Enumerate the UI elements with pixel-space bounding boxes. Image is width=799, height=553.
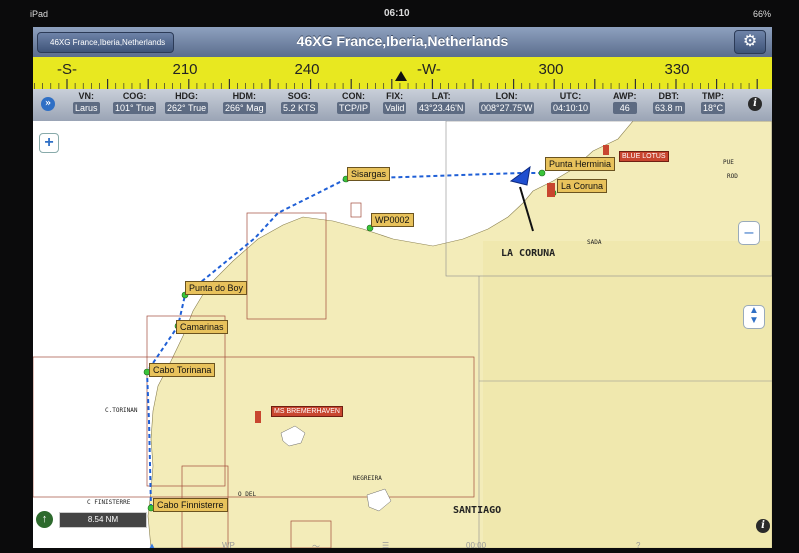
instrument-bar: » VN: Larus COG: 101° True HDG: 262° True H… [33,89,772,122]
compass-label-300: 300 [538,61,564,78]
map-label-santiago: SANTIAGO [453,505,502,516]
vessel-label-blue-lotus[interactable]: BLUE LOTUS [619,151,669,162]
up-down-arrows-icon: ▲ ▼ [749,305,759,326]
data-sog: SOG: 5.2 KTS [281,91,318,114]
data-awp: AWP: 46 [613,91,637,114]
map-label-c-finisterre: C FINISTERRE [87,499,131,506]
map-label-sada: SADA [587,239,602,246]
compass-label-w: -W- [417,61,441,78]
map-info-button[interactable]: i [756,519,770,533]
clock: 06:10 [384,8,410,19]
map-label-c-torinan: C.TORINAN [105,407,138,414]
map-label-o-del: O DEL [238,491,257,498]
scale-indicator: 8.54 NM [59,512,147,528]
compass-label-s: -S- [57,61,77,78]
info-icon: i [761,520,765,531]
map-label-negreira: NEGREIRA [353,475,382,482]
waypoint-label-punta-herminia[interactable]: Punta Herminia [545,157,616,171]
waypoint-label-punta-do-boy[interactable]: Punta do Boy [185,281,248,295]
page-title: 46XG France,Iberia,Netherlands [296,33,509,49]
waypoint-label-wp0002[interactable]: WP0002 [371,213,414,227]
compass-label-330: 330 [664,61,690,78]
list-tool-icon[interactable]: ☰ [382,541,389,550]
heading-marker-icon [395,71,407,81]
waypoint-label-cabo-finnisterre[interactable]: Cabo Finnisterre [153,498,228,512]
map-graphics [33,121,772,548]
device-label: iPad [30,9,49,19]
data-fix: FIX: Valid [383,91,407,114]
battery-level: 66% [752,9,771,19]
waypoint-label-sisargas[interactable]: Sisargas [347,167,391,181]
info-icon: i [753,98,757,109]
plus-icon: + [44,134,54,151]
timer-tool[interactable]: 00:00 [466,541,486,550]
waypoint-label-la-coruna[interactable]: La Coruna [557,179,608,193]
toggle-panel-button[interactable]: » [41,97,55,111]
app-screen: 46XG France,Iberia,Netherlands 46XG Fran… [33,27,772,548]
track-tool-icon[interactable]: 〜 [312,541,320,552]
data-lat: LAT: 43°23.46'N [417,91,466,114]
data-hdm: HDM: 266° Mag [223,91,266,114]
help-tool-icon[interactable]: ? [636,541,640,550]
data-con: CON: TCP/IP [337,91,371,114]
arrow-up-icon: ↑ [41,513,48,525]
waypoint-label-camarinas[interactable]: Camarinas [176,320,228,334]
waypoint-label-cabo-torinana[interactable]: Cabo Torinana [149,363,216,377]
data-utc: UTC: 04:10:10 [551,91,591,114]
data-lon: LON: 008°27.75'W [479,91,535,114]
vessel-label-ms-bremerhaven[interactable]: MS BREMERHAVEN [271,406,343,417]
inland-area [483,241,772,548]
chart-map[interactable]: Sisargas WP0002 Punta Herminia La Coruna… [33,121,772,548]
route-tool-icon[interactable]: ▲ [148,541,156,550]
minus-icon: – [744,224,754,241]
compass-ticks [34,71,758,89]
zoom-out-button[interactable]: – [738,221,760,245]
info-button[interactable]: i [748,97,762,111]
data-hdg: HDG: 262° True [165,91,209,114]
bottom-toolbar: ▲ WP 〜 ☰ 00:00 ? [0,537,799,553]
data-tmp: TMP: 18°C [701,91,726,114]
data-dbt: DBT: 63.8 m [653,91,685,114]
compass-bar: -S- 210 240 -W- 300 330 [33,57,772,90]
title-bar: 46XG France,Iberia,Netherlands 46XG Fran… [33,27,772,58]
compass-label-240: 240 [294,61,320,78]
map-label-rodeiros: ROD [727,173,738,180]
data-vn: VN: Larus [73,91,100,114]
status-bar: iPad 06:10 66% [0,0,799,26]
scroll-toggle-button[interactable]: ▲ ▼ [743,305,765,329]
chevron-icon: » [44,98,52,109]
zoom-in-button[interactable]: + [39,133,59,153]
compass-label-210: 210 [172,61,198,78]
data-cog: COG: 101° True [113,91,157,114]
waypoints-tool[interactable]: WP [222,541,235,550]
map-label-la-coruna: LA CORUNA [501,248,556,259]
map-label-puerto: PUE [723,159,734,166]
north-up-button[interactable]: ↑ [36,511,53,528]
settings-button[interactable]: ⚙ [734,30,766,54]
gear-icon: ⚙ [742,33,758,50]
